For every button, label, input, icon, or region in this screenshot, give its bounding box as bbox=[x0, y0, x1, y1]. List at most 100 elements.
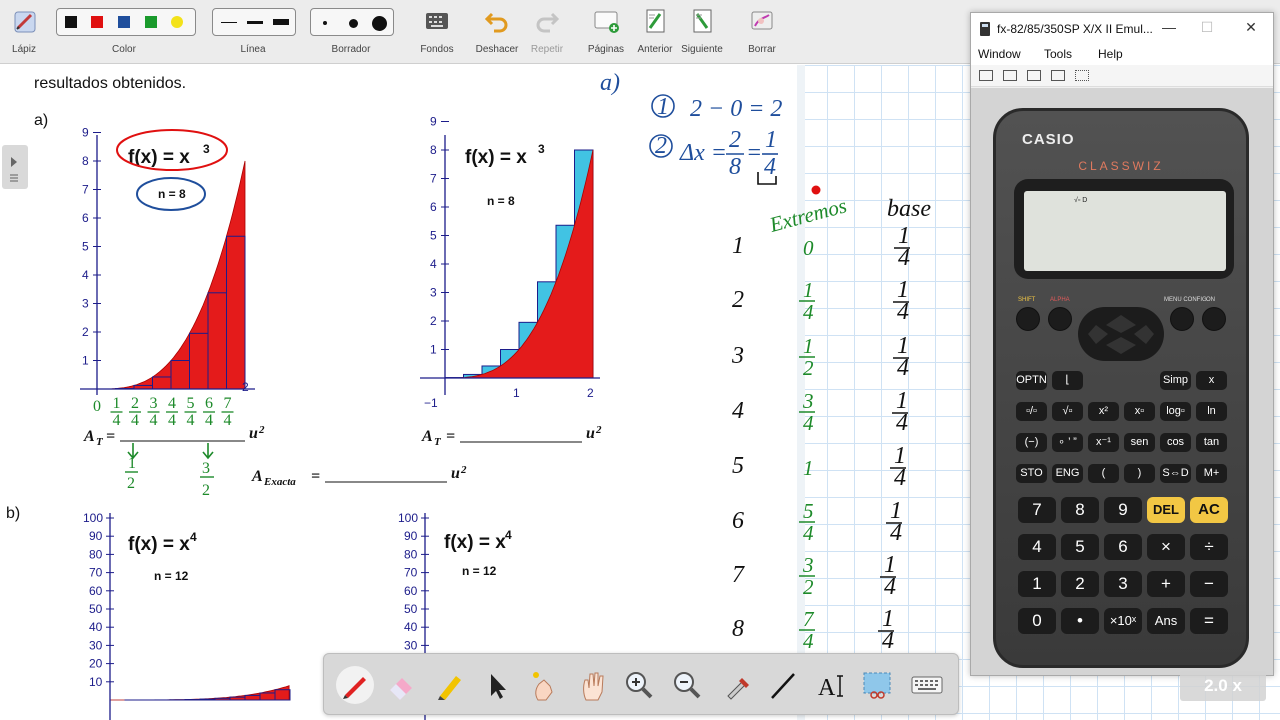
calc-key[interactable]: Simp bbox=[1160, 371, 1191, 390]
g2-ytick-6: 6 bbox=[430, 200, 437, 214]
eyedropper-tool-button[interactable] bbox=[718, 666, 756, 704]
calc-key[interactable]: − bbox=[1190, 571, 1228, 597]
calc-key[interactable]: ) bbox=[1124, 464, 1155, 483]
menu-window[interactable]: Window bbox=[978, 47, 1021, 61]
line-thick-option[interactable] bbox=[273, 19, 289, 25]
eraser-small-option[interactable] bbox=[323, 21, 327, 25]
close-icon[interactable]: ✕ bbox=[1241, 19, 1261, 36]
calc-key[interactable]: 6 bbox=[1104, 534, 1142, 560]
pen-tool-button[interactable] bbox=[336, 666, 374, 704]
calc-key[interactable]: 9 bbox=[1104, 497, 1142, 523]
line-tool-button[interactable] bbox=[764, 666, 802, 704]
undo-button[interactable]: Deshacer bbox=[474, 4, 520, 62]
capture-icon[interactable] bbox=[1027, 70, 1041, 81]
on-key[interactable] bbox=[1202, 307, 1226, 331]
color-black-swatch[interactable] bbox=[65, 16, 77, 28]
pages-button[interactable]: Páginas bbox=[584, 4, 628, 62]
calc-key[interactable]: 0 bbox=[1018, 608, 1056, 634]
zoom-out-button[interactable] bbox=[668, 666, 706, 704]
calc-key[interactable]: 1 bbox=[1018, 571, 1056, 597]
text-tool-button[interactable]: A bbox=[812, 666, 850, 704]
calc-key[interactable]: ∘ ’ ” bbox=[1052, 433, 1083, 452]
calc-key[interactable]: ÷ bbox=[1190, 534, 1228, 560]
previous-page-button[interactable]: Anterior bbox=[634, 4, 676, 62]
line-thin-option[interactable] bbox=[221, 22, 237, 23]
document-page[interactable]: resultados obtenidos. a) b) .tk { font-f… bbox=[0, 65, 800, 720]
line-medium-option[interactable] bbox=[247, 21, 263, 24]
eraser-large-option[interactable] bbox=[372, 16, 387, 31]
calc-key[interactable]: × bbox=[1147, 534, 1185, 560]
direction-pad[interactable] bbox=[1078, 307, 1164, 361]
calc-key[interactable]: ⌊ bbox=[1052, 371, 1083, 390]
view-icon[interactable] bbox=[979, 70, 993, 81]
g3-ytick-30: 30 bbox=[89, 638, 103, 652]
menu-tools[interactable]: Tools bbox=[1044, 47, 1072, 61]
color-green-swatch[interactable] bbox=[145, 16, 157, 28]
color-red-swatch[interactable] bbox=[91, 16, 103, 28]
g1-xtick-2: 2 bbox=[242, 380, 249, 394]
backgrounds-button[interactable]: Fondos bbox=[416, 4, 458, 62]
calc-key[interactable]: 3 bbox=[1104, 571, 1142, 597]
calc-key[interactable]: tan bbox=[1196, 433, 1227, 452]
clear-button[interactable]: Borrar bbox=[742, 4, 782, 62]
calc-key[interactable]: Ans bbox=[1147, 608, 1185, 634]
keypad-icon[interactable] bbox=[1075, 70, 1089, 81]
screenshot-icon[interactable] bbox=[1051, 70, 1065, 81]
calc-key[interactable]: • bbox=[1061, 608, 1099, 634]
color-blue-swatch[interactable] bbox=[118, 16, 130, 28]
eraser-tool-button[interactable] bbox=[382, 666, 420, 704]
g3-ytick-80: 80 bbox=[89, 547, 103, 561]
menu-key[interactable] bbox=[1170, 307, 1194, 331]
color-yellow-swatch[interactable] bbox=[171, 16, 183, 28]
minimize-icon[interactable]: — bbox=[1159, 19, 1179, 35]
calc-key[interactable]: S⇔D bbox=[1160, 464, 1191, 483]
keyboard-button[interactable] bbox=[908, 666, 946, 704]
calc-key[interactable]: ENG bbox=[1052, 464, 1083, 483]
calc-key[interactable]: (−) bbox=[1016, 433, 1047, 452]
calc-key[interactable]: ×10ˣ bbox=[1104, 608, 1142, 634]
menu-help[interactable]: Help bbox=[1098, 47, 1123, 61]
maximize-icon[interactable]: ☐ bbox=[1197, 19, 1217, 36]
calc-key[interactable]: x² bbox=[1088, 402, 1119, 421]
hand-tool-button[interactable] bbox=[574, 666, 612, 704]
eraser-medium-option[interactable] bbox=[349, 19, 358, 28]
calculator-titlebar[interactable]: fx-82/85/350SP X/X II Emul... — ☐ ✕ bbox=[971, 13, 1273, 45]
window-icon[interactable] bbox=[1003, 70, 1017, 81]
laser-tool-button[interactable] bbox=[524, 666, 562, 704]
calc-key[interactable]: ( bbox=[1088, 464, 1119, 483]
calc-key[interactable]: 8 bbox=[1061, 497, 1099, 523]
calc-key[interactable]: STO bbox=[1016, 464, 1047, 483]
pen-icon bbox=[343, 677, 366, 699]
alpha-key[interactable] bbox=[1048, 307, 1072, 331]
calc-key[interactable]: AC bbox=[1190, 497, 1228, 523]
calc-key[interactable]: x⁻¹ bbox=[1088, 433, 1119, 452]
g3-ytick-10: 10 bbox=[89, 675, 103, 689]
calc-key[interactable]: 7 bbox=[1018, 497, 1056, 523]
next-page-button[interactable]: Siguiente bbox=[680, 4, 724, 62]
g1-at-sub: T bbox=[96, 436, 104, 448]
calc-key[interactable]: 5 bbox=[1061, 534, 1099, 560]
calc-key[interactable]: + bbox=[1147, 571, 1185, 597]
calc-key[interactable]: log▫ bbox=[1160, 402, 1191, 421]
calc-key[interactable]: M+ bbox=[1196, 464, 1227, 483]
calc-key[interactable]: DEL bbox=[1147, 497, 1185, 523]
calc-key[interactable]: ln bbox=[1196, 402, 1227, 421]
calc-key[interactable]: x bbox=[1196, 371, 1227, 390]
calc-key[interactable]: OPTN bbox=[1016, 371, 1047, 390]
calc-key[interactable]: ▫/▫ bbox=[1016, 402, 1047, 421]
calculator-window[interactable]: fx-82/85/350SP X/X II Emul... — ☐ ✕ Wind… bbox=[970, 12, 1274, 676]
calc-key[interactable]: x▫ bbox=[1124, 402, 1155, 421]
select-tool-button[interactable] bbox=[478, 666, 516, 704]
screen-capture-button[interactable] bbox=[858, 666, 896, 704]
calc-key[interactable]: 2 bbox=[1061, 571, 1099, 597]
calc-key[interactable]: cos bbox=[1160, 433, 1191, 452]
redo-button[interactable]: Repetir bbox=[526, 4, 568, 62]
pencil-tool[interactable]: Lápiz bbox=[4, 4, 44, 62]
shift-key[interactable] bbox=[1016, 307, 1040, 331]
calc-key[interactable]: sen bbox=[1124, 433, 1155, 452]
calc-key[interactable]: 4 bbox=[1018, 534, 1056, 560]
zoom-in-button[interactable] bbox=[620, 666, 658, 704]
highlighter-tool-button[interactable] bbox=[430, 666, 468, 704]
calc-key[interactable]: = bbox=[1190, 608, 1228, 634]
calc-key[interactable]: √▫ bbox=[1052, 402, 1083, 421]
